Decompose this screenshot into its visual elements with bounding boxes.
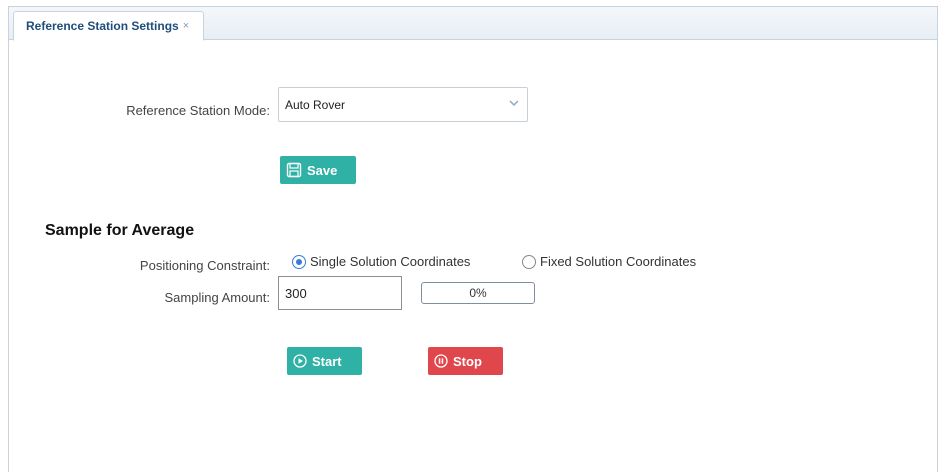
save-icon: [286, 162, 302, 178]
sampling-amount-label: Sampling Amount:: [164, 290, 270, 305]
save-button-label: Save: [307, 162, 338, 178]
sampling-amount-value: 300: [285, 285, 307, 301]
radio-single-solution-label: Single Solution Coordinates: [310, 254, 471, 269]
mode-selected-value: Auto Rover: [285, 97, 346, 112]
tab-title: Reference Station Settings: [26, 19, 179, 33]
pause-circle-icon: [434, 354, 448, 368]
play-circle-icon: [293, 354, 307, 368]
progress-percent: 0%: [469, 286, 487, 300]
radio-single-solution[interactable]: Single Solution Coordinates: [292, 254, 470, 269]
save-button[interactable]: Save: [280, 156, 356, 184]
tab-strip: Reference Station Settings ×: [9, 6, 937, 41]
sampling-progress-bar: 0%: [421, 282, 535, 304]
radio-fixed-solution-label: Fixed Solution Coordinates: [540, 254, 697, 269]
chevron-down-icon: [509, 98, 519, 108]
radio-fixed-solution[interactable]: Fixed Solution Coordinates: [522, 254, 696, 269]
radio-button-unchecked[interactable]: [522, 254, 536, 269]
sampling-amount-input[interactable]: 300: [278, 276, 402, 310]
stop-button[interactable]: Stop: [428, 347, 503, 375]
tab-reference-station-settings[interactable]: Reference Station Settings ×: [13, 11, 205, 41]
start-button-label: Start: [312, 353, 342, 369]
radio-button-checked[interactable]: [292, 254, 306, 269]
tab-close-icon[interactable]: ×: [183, 20, 189, 32]
sample-for-average-title: Sample for Average: [45, 222, 195, 239]
reference-station-mode-label: Reference Station Mode:: [126, 103, 270, 118]
positioning-constraint-label: Positioning Constraint:: [139, 258, 270, 273]
reference-station-mode-select[interactable]: Auto Rover: [278, 87, 528, 122]
stop-button-label: Stop: [453, 353, 482, 369]
start-button[interactable]: Start: [287, 347, 362, 375]
